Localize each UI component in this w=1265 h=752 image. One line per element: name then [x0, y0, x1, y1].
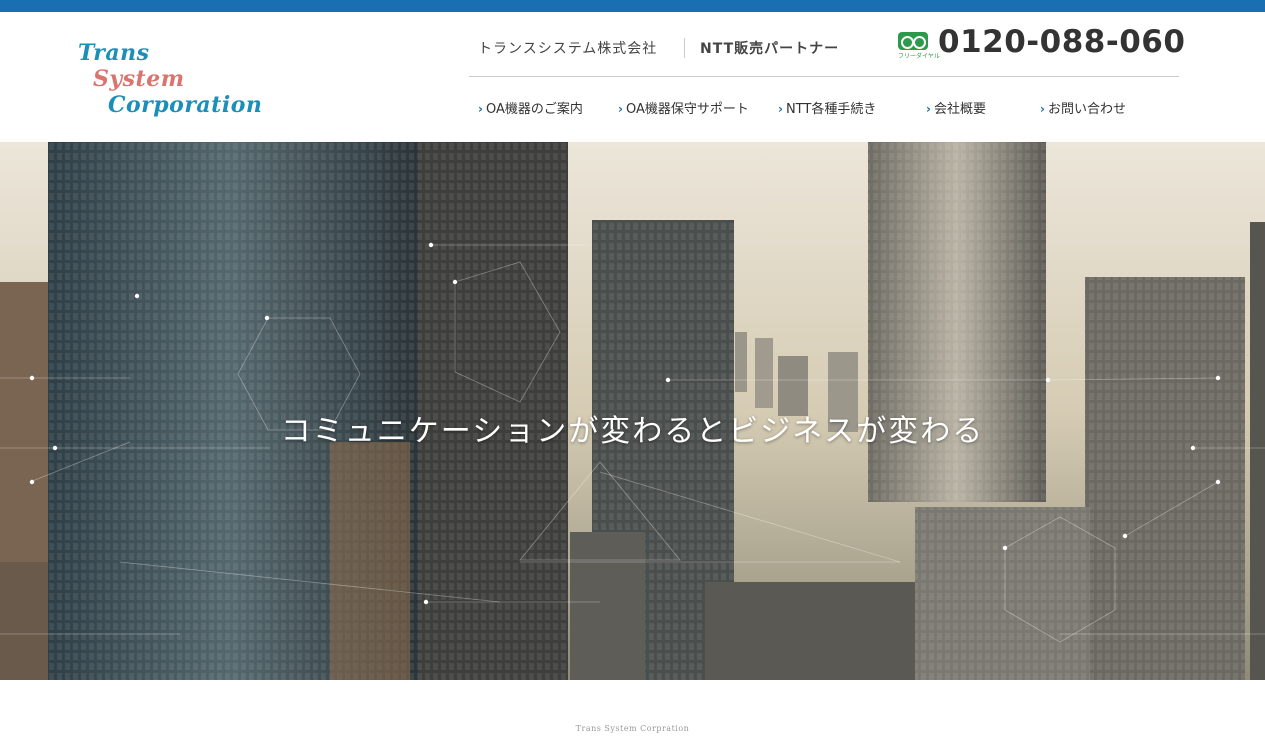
header-divider: [684, 38, 685, 58]
nav-item-label: NTT各種手続き: [785, 102, 877, 117]
company-logo[interactable]: Trans System Corporation: [78, 40, 278, 125]
chevron-right-icon: ›: [926, 102, 931, 116]
chevron-right-icon: ›: [618, 102, 623, 116]
nav-item-oa-equipment[interactable]: › OA機器のご案内: [478, 98, 583, 117]
logo-text-line1: Trans: [78, 40, 150, 66]
logo-text-line3: Corporation: [108, 92, 263, 118]
site-header: Trans System Corporation トランスシステム株式会社 NT…: [0, 12, 1265, 142]
header-rule: [469, 76, 1179, 77]
freedial-label: フリーダイヤル: [898, 53, 940, 60]
freedial-badge: フリーダイヤル: [898, 32, 940, 60]
nav-item-contact[interactable]: › お問い合わせ: [1040, 98, 1126, 117]
nav-item-label: OA機器保守サポート: [625, 102, 749, 117]
hero-banner: コミュニケーションが変わるとビジネスが変わる: [0, 142, 1265, 680]
nav-item-label: OA機器のご案内: [485, 102, 583, 117]
hero-tagline: コミュニケーションが変わるとビジネスが変わる: [280, 414, 985, 449]
nav-item-oa-maintenance[interactable]: › OA機器保守サポート: [618, 98, 749, 117]
chevron-right-icon: ›: [478, 102, 483, 116]
company-name: トランスシステム株式会社: [478, 41, 658, 57]
chevron-right-icon: ›: [778, 102, 783, 116]
freedial-icon: [898, 32, 928, 50]
phone-number[interactable]: 0120-088-060: [938, 24, 1185, 60]
footer-company-label: Trans System Corpration: [575, 724, 690, 733]
nav-item-ntt-procedures[interactable]: › NTT各種手続き: [778, 98, 876, 117]
chevron-right-icon: ›: [1040, 102, 1045, 116]
logo-text-line2: System: [93, 66, 185, 92]
nav-item-label: 会社概要: [933, 102, 986, 117]
top-accent-bar: [0, 0, 1265, 12]
nav-item-label: お問い合わせ: [1047, 102, 1126, 117]
nav-item-company[interactable]: › 会社概要: [926, 98, 986, 117]
partner-label: NTT販売パートナー: [700, 41, 840, 57]
